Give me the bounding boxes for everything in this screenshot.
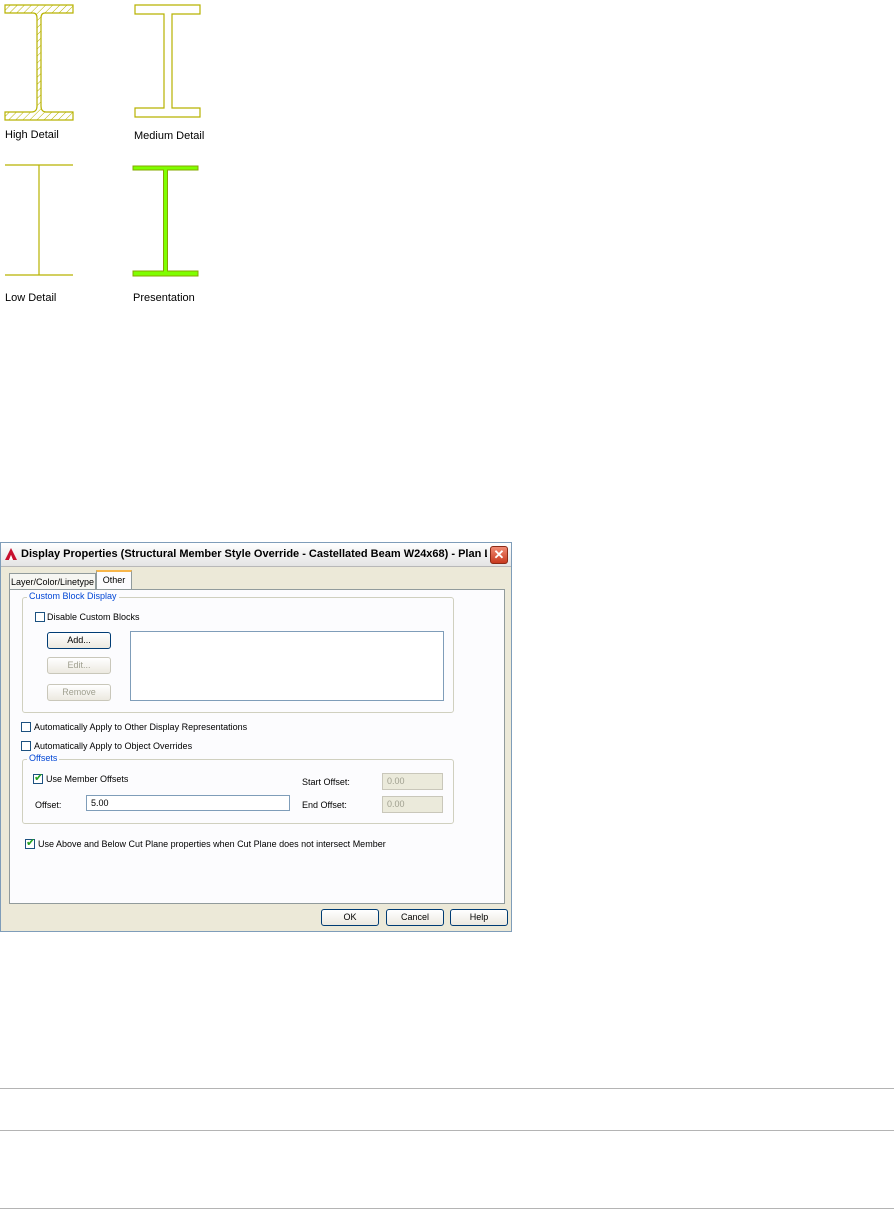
- presentation-beam-figure: [132, 165, 199, 277]
- other-tab-panel: Custom Block Display Disable Custom Bloc…: [9, 589, 505, 904]
- autocad-app-icon: [5, 548, 17, 560]
- end-offset-label: End Offset:: [302, 800, 347, 810]
- check-icon: ✔: [34, 772, 44, 784]
- add-button[interactable]: Add...: [47, 632, 111, 649]
- divider-line: [0, 1130, 894, 1131]
- start-offset-label: Start Offset:: [302, 777, 350, 787]
- disable-custom-blocks-label: Disable Custom Blocks: [47, 612, 140, 622]
- edit-button[interactable]: Edit...: [47, 657, 111, 674]
- auto-apply-display-reps-checkbox[interactable]: [21, 722, 31, 732]
- divider-line: [0, 1088, 894, 1089]
- auto-apply-overrides-label: Automatically Apply to Object Overrides: [34, 741, 193, 751]
- use-member-offsets-checkbox[interactable]: ✔: [33, 772, 44, 784]
- dialog-title: Display Properties (Structural Member St…: [21, 548, 487, 560]
- disable-custom-blocks-checkbox[interactable]: [35, 612, 45, 622]
- help-button[interactable]: Help: [450, 909, 508, 926]
- high-detail-beam-figure: [4, 4, 74, 121]
- remove-button[interactable]: Remove: [47, 684, 111, 701]
- offset-field[interactable]: 5.00: [86, 795, 290, 811]
- medium-detail-label: Medium Detail: [134, 130, 205, 142]
- start-offset-field[interactable]: 0.00: [382, 773, 443, 790]
- auto-apply-display-reps-label: Automatically Apply to Other Display Rep…: [34, 722, 248, 732]
- display-properties-dialog: Display Properties (Structural Member St…: [0, 542, 512, 932]
- use-member-offsets-label: Use Member Offsets: [46, 774, 129, 784]
- presentation-label: Presentation: [133, 292, 195, 304]
- close-icon[interactable]: ✕: [490, 546, 508, 564]
- offset-label: Offset:: [35, 800, 62, 810]
- cancel-button[interactable]: Cancel: [386, 909, 444, 926]
- check-icon: ✔: [26, 837, 36, 849]
- cut-plane-label: Use Above and Below Cut Plane properties…: [38, 839, 386, 849]
- custom-blocks-list[interactable]: [130, 631, 444, 701]
- low-detail-beam-figure: [5, 164, 73, 276]
- tab-other[interactable]: Other: [96, 570, 132, 590]
- cut-plane-checkbox[interactable]: ✔: [25, 837, 36, 849]
- end-offset-field[interactable]: 0.00: [382, 796, 443, 813]
- custom-block-display-title: Custom Block Display: [27, 591, 119, 601]
- offsets-group: [22, 759, 454, 824]
- ok-button[interactable]: OK: [321, 909, 379, 926]
- dialog-titlebar[interactable]: Display Properties (Structural Member St…: [1, 543, 511, 567]
- auto-apply-overrides-checkbox[interactable]: [21, 741, 31, 751]
- low-detail-label: Low Detail: [5, 292, 57, 304]
- high-detail-label: High Detail: [5, 129, 59, 141]
- medium-detail-beam-figure: [134, 4, 201, 118]
- offsets-title: Offsets: [27, 753, 60, 763]
